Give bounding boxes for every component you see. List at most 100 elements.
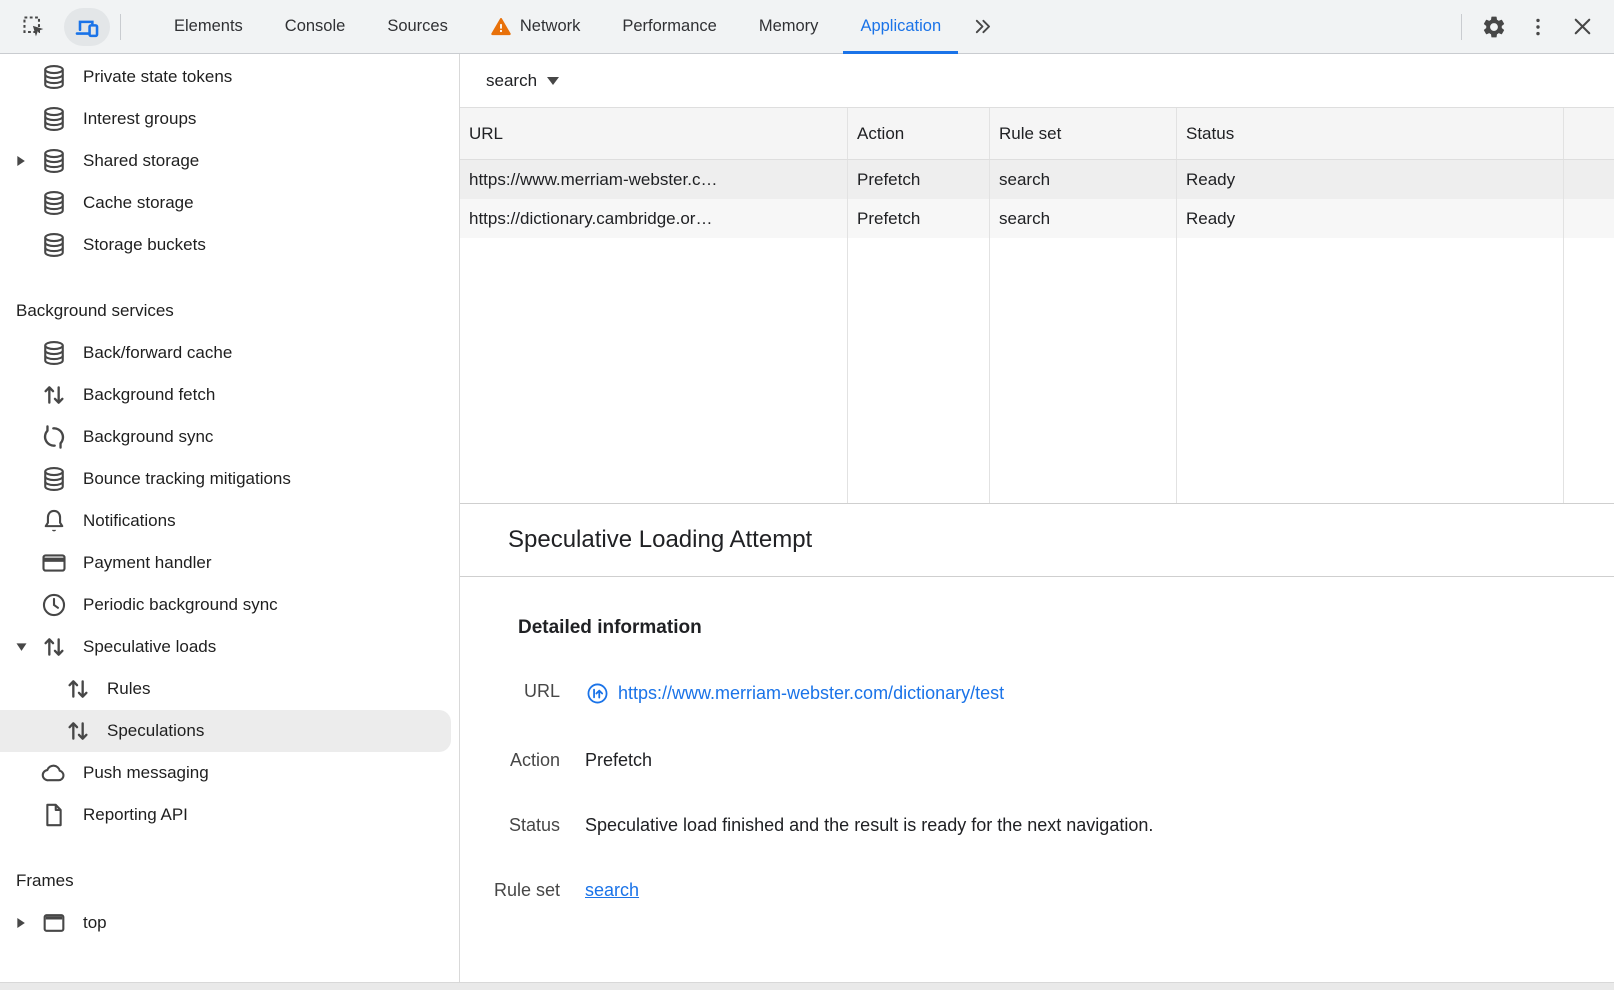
up-down-arrows-icon [64, 675, 92, 703]
column-header-url[interactable]: URL [460, 108, 848, 159]
cell-action: Prefetch [848, 160, 990, 199]
database-icon [40, 231, 68, 259]
database-icon [40, 339, 68, 367]
cell-status: Ready [1177, 160, 1564, 199]
sidebar-item-background-sync[interactable]: Background sync [0, 416, 459, 458]
cell-rule-set: search [990, 160, 1177, 199]
tab-performance[interactable]: Performance [601, 0, 737, 53]
tab-label: Performance [622, 17, 716, 36]
sidebar-item-reporting-api[interactable]: Reporting API [0, 794, 459, 836]
sidebar-item-speculative-loads[interactable]: Speculative loads [0, 626, 459, 668]
document-icon [40, 801, 68, 829]
sidebar-item-label: Payment handler [83, 553, 212, 573]
sidebar-item-label: Rules [107, 679, 150, 699]
tab-label: Console [285, 17, 346, 36]
database-icon [40, 105, 68, 133]
more-tabs-button[interactable] [962, 7, 1002, 47]
tab-label: Sources [387, 17, 448, 36]
tab-network[interactable]: Network [469, 0, 602, 53]
column-header-filler [1564, 108, 1614, 159]
prefetched-url-link[interactable]: https://www.merriam-webster.com/dictiona… [618, 683, 1004, 704]
sidebar-item-label: Reporting API [83, 805, 188, 825]
cell-url: https://www.merriam-webster.c… [460, 160, 848, 199]
sidebar-item-label: Background fetch [83, 385, 215, 405]
application-panel: Private state tokens Interest groups Sha… [0, 54, 1614, 982]
column-header-status[interactable]: Status [1177, 108, 1564, 159]
ruleset-filter-dropdown[interactable]: search [486, 71, 559, 91]
sidebar-item-label: top [83, 913, 107, 933]
sidebar-item-storage-buckets[interactable]: Storage buckets [0, 224, 459, 266]
panel-tabs: Elements Console Sources Network Perform… [153, 0, 1002, 53]
customize-menu-button[interactable] [1516, 7, 1560, 47]
table-row[interactable]: https://dictionary.cambridge.or… Prefetc… [460, 199, 1614, 238]
tab-label: Network [520, 17, 581, 36]
dropdown-caret-icon [547, 77, 559, 85]
clock-icon [40, 591, 68, 619]
expand-arrow-icon[interactable] [14, 153, 40, 169]
speculations-filter-bar: search [460, 54, 1614, 107]
tab-label: Elements [174, 17, 243, 36]
sidebar-item-bounce-tracking-mitigations[interactable]: Bounce tracking mitigations [0, 458, 459, 500]
table-row[interactable]: https://www.merriam-webster.c… Prefetch … [460, 160, 1614, 199]
close-devtools-button[interactable] [1560, 7, 1604, 47]
tab-elements[interactable]: Elements [153, 0, 264, 53]
cloud-icon [40, 759, 68, 787]
cell-action: Prefetch [848, 199, 990, 238]
ruleset-filter-value: search [486, 71, 537, 91]
tab-console[interactable]: Console [264, 0, 367, 53]
inspect-element-button[interactable] [14, 7, 54, 47]
column-header-action[interactable]: Action [848, 108, 990, 159]
sidebar-item-periodic-background-sync[interactable]: Periodic background sync [0, 584, 459, 626]
database-icon [40, 465, 68, 493]
sidebar-item-private-state-tokens[interactable]: Private state tokens [0, 56, 459, 98]
sidebar-item-label: Cache storage [83, 193, 194, 213]
cell-rule-set: search [990, 199, 1177, 238]
detail-row-action: Action Prefetch [492, 750, 1590, 771]
sidebar-item-shared-storage[interactable]: Shared storage [0, 140, 459, 182]
sidebar-section-background-services: Background services [0, 290, 459, 332]
sidebar-item-label: Interest groups [83, 109, 196, 129]
chevron-double-right-icon [972, 16, 993, 37]
settings-gear-icon [1481, 14, 1507, 40]
detailed-information-section: Detailed information URL https://www.mer… [460, 577, 1614, 945]
sidebar-item-interest-groups[interactable]: Interest groups [0, 98, 459, 140]
sidebar-item-push-messaging[interactable]: Push messaging [0, 752, 459, 794]
tab-application[interactable]: Application [839, 0, 962, 53]
speculations-table: URL Action Rule set Status https://www.m… [460, 107, 1614, 504]
collapse-arrow-icon[interactable] [14, 640, 40, 655]
sidebar-item-top-frame[interactable]: top [0, 902, 459, 944]
settings-button[interactable] [1472, 7, 1516, 47]
table-empty-area [460, 238, 1614, 504]
device-toolbar-button[interactable] [64, 8, 110, 46]
detail-row-url: URL https://www.merriam-webster.com/dict… [492, 681, 1590, 706]
bottom-scrollbar-strip[interactable] [0, 982, 1614, 990]
tab-label: Application [860, 17, 941, 36]
sidebar-item-back-forward-cache[interactable]: Back/forward cache [0, 332, 459, 374]
rule-set-link[interactable]: search [585, 880, 639, 901]
sidebar-item-label: Back/forward cache [83, 343, 232, 363]
sidebar-item-cache-storage[interactable]: Cache storage [0, 182, 459, 224]
table-header-row: URL Action Rule set Status [460, 107, 1614, 160]
frame-window-icon [40, 909, 68, 937]
sidebar-item-label: Push messaging [83, 763, 209, 783]
tab-memory[interactable]: Memory [738, 0, 840, 53]
sidebar-item-notifications[interactable]: Notifications [0, 500, 459, 542]
sidebar-item-payment-handler[interactable]: Payment handler [0, 542, 459, 584]
expand-arrow-icon[interactable] [14, 915, 40, 931]
tab-sources[interactable]: Sources [366, 0, 469, 53]
detail-label: Action [492, 750, 560, 771]
sidebar-item-speculations[interactable]: Speculations [0, 710, 451, 752]
speculations-view: search URL Action Rule set Status https:… [460, 54, 1614, 982]
details-section-title: Detailed information [518, 617, 1590, 639]
sidebar-item-background-fetch[interactable]: Background fetch [0, 374, 459, 416]
up-down-arrows-icon [40, 633, 68, 661]
detail-row-rule-set: Rule set search [492, 880, 1590, 901]
detail-value: Prefetch [585, 750, 652, 771]
database-icon [40, 147, 68, 175]
sidebar-section-frames: Frames [0, 860, 459, 902]
application-sidebar: Private state tokens Interest groups Sha… [0, 54, 460, 982]
column-header-rule-set[interactable]: Rule set [990, 108, 1177, 159]
sidebar-item-rules[interactable]: Rules [0, 668, 459, 710]
open-link-circle-icon[interactable] [585, 681, 610, 706]
sidebar-item-label: Periodic background sync [83, 595, 278, 615]
